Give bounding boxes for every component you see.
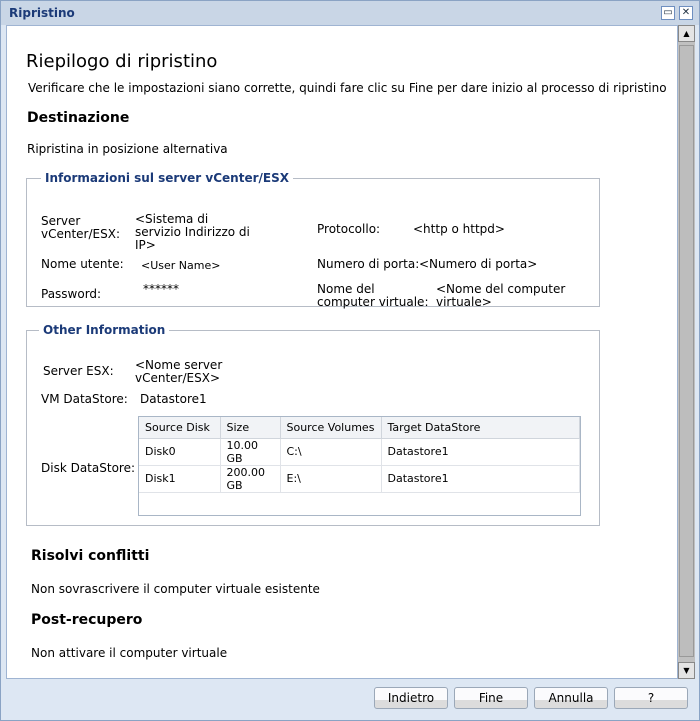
table-row[interactable]: Disk1 200.00 GB E:\ Datastore1	[139, 465, 580, 493]
vcenter-legend: Informazioni sul server vCenter/ESX	[45, 171, 289, 185]
scroll-up-icon[interactable]: ▲	[678, 25, 695, 42]
scroll-thumb[interactable]	[679, 45, 694, 657]
vm-name-label: Nome del computer virtuale:	[317, 282, 429, 309]
back-button[interactable]: Indietro	[374, 687, 448, 709]
password-value: ******	[143, 282, 179, 296]
close-button[interactable]: ✕	[679, 6, 693, 20]
username-value: <User Name>	[141, 259, 221, 272]
password-label: Password:	[41, 287, 102, 301]
cell: Datastore1	[381, 465, 580, 493]
other-info-group: Other Information Server ESX: <Nome serv…	[26, 323, 600, 526]
cell: 10.00 GB	[220, 438, 281, 466]
server-value: <Sistema di servizio Indirizzo di IP>	[135, 212, 250, 252]
other-legend: Other Information	[43, 323, 166, 337]
protocol-label: Protocollo:	[317, 222, 381, 236]
username-label: Nome utente:	[41, 257, 124, 271]
scroll-down-icon[interactable]: ▼	[678, 662, 695, 679]
maximize-button[interactable]: ▭	[661, 6, 675, 20]
disk-table[interactable]: Source Disk Size Source Volumes Target D…	[138, 416, 581, 516]
table-row[interactable]: Disk0 10.00 GB C:\ Datastore1	[139, 438, 580, 466]
vm-datastore-label: VM DataStore:	[41, 392, 128, 406]
destination-value: Ripristina in posizione alternativa	[27, 142, 228, 156]
cell: Disk1	[139, 465, 221, 493]
destination-heading: Destinazione	[27, 110, 130, 126]
window-title: Ripristino	[9, 6, 75, 20]
port-value: <Numero di porta>	[419, 257, 538, 271]
cancel-button[interactable]: Annulla	[534, 687, 608, 709]
table-header: Source Disk Size Source Volumes Target D…	[139, 417, 580, 439]
conflicts-heading: Risolvi conflitti	[31, 548, 150, 564]
cell: 200.00 GB	[220, 465, 281, 493]
post-recovery-heading: Post-recupero	[31, 612, 143, 628]
esx-value: <Nome server vCenter/ESX>	[135, 358, 223, 385]
page-subtitle: Verificare che le impostazioni siano cor…	[28, 81, 667, 95]
column-header[interactable]: Source Volumes	[280, 417, 382, 439]
finish-button[interactable]: Fine	[454, 687, 528, 709]
server-label: Server vCenter/ESX:	[41, 214, 120, 241]
column-header[interactable]: Target DataStore	[381, 417, 580, 439]
restore-dialog: Ripristino ▭ ✕ Riepilogo di ripristino V…	[0, 0, 700, 721]
page-title: Riepilogo di ripristino	[26, 51, 218, 72]
post-recovery-value: Non attivare il computer virtuale	[31, 646, 228, 660]
cell: C:\	[280, 438, 382, 466]
title-bar: Ripristino ▭ ✕	[1, 1, 699, 25]
column-header[interactable]: Size	[220, 417, 281, 439]
port-label: Numero di porta:	[317, 257, 420, 271]
cell: E:\	[280, 465, 382, 493]
vertical-scrollbar[interactable]: ▲ ▼	[678, 25, 695, 679]
vcenter-info-group: Informazioni sul server vCenter/ESX Serv…	[26, 171, 600, 309]
help-button[interactable]: ?	[614, 687, 688, 709]
summary-panel: Riepilogo di ripristino Verificare che l…	[6, 25, 678, 679]
cell: Disk0	[139, 438, 221, 466]
disk-datastore-label: Disk DataStore:	[41, 461, 136, 475]
vm-datastore-value: Datastore1	[140, 392, 207, 406]
conflicts-value: Non sovrascrivere il computer virtuale e…	[31, 582, 320, 596]
vm-name-value: <Nome del computer virtuale>	[436, 282, 566, 309]
esx-label: Server ESX:	[43, 364, 114, 378]
column-header[interactable]: Source Disk	[139, 417, 221, 439]
cell: Datastore1	[381, 438, 580, 466]
protocol-value: <http o httpd>	[413, 222, 505, 236]
